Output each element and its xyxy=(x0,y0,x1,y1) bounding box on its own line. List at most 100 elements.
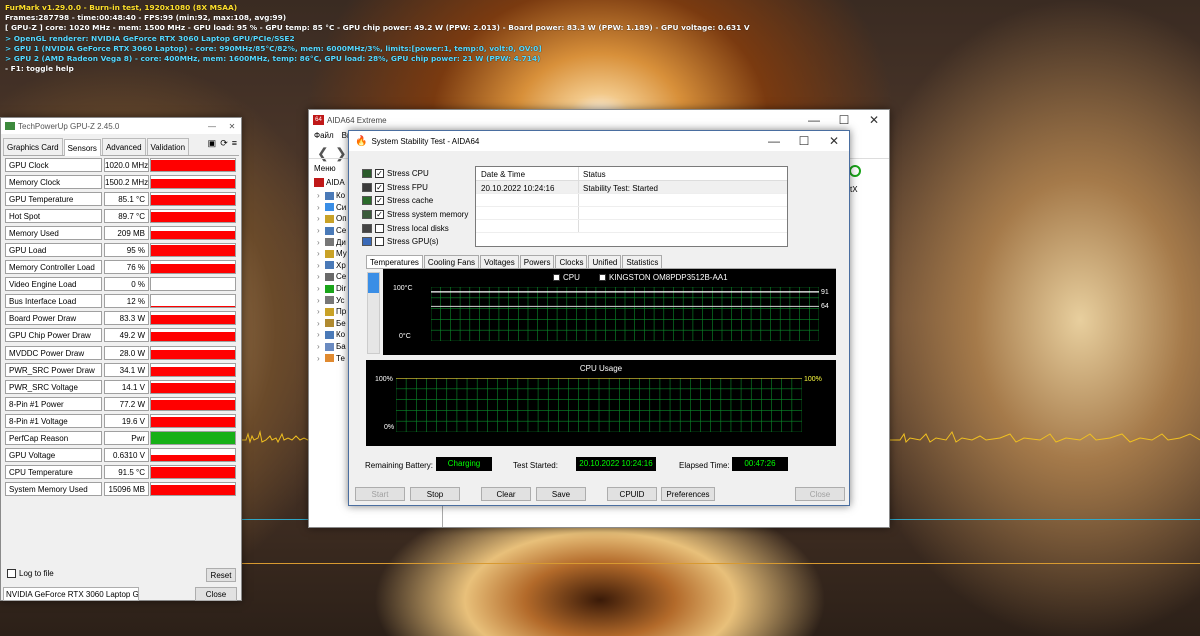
graph-tab[interactable]: Powers xyxy=(519,255,555,268)
reset-button[interactable]: Reset xyxy=(206,568,236,582)
sensor-value[interactable]: 1500.2 MHz xyxy=(104,174,149,189)
expand-icon[interactable]: › xyxy=(317,307,325,316)
expand-icon[interactable]: › xyxy=(317,191,325,200)
legend-cpu-check[interactable]: ✓ xyxy=(553,274,560,281)
sensor-label[interactable]: PWR_SRC Voltage xyxy=(5,379,102,394)
aida64-titlebar[interactable]: 64 AIDA64 Extreme — ☐ ✕ xyxy=(309,110,889,130)
tree-item[interactable]: › Пр xyxy=(317,306,347,318)
expand-icon[interactable]: › xyxy=(317,330,325,339)
sensor-value[interactable]: 15096 MB xyxy=(104,482,149,497)
sensor-label[interactable]: Hot Spot xyxy=(5,208,102,223)
start-button[interactable]: Start xyxy=(355,487,405,501)
stress-option[interactable]: ✓ Stress system memory xyxy=(362,208,468,222)
stress-checkbox[interactable]: ✓ xyxy=(375,169,384,179)
close-icon[interactable]: ✕ xyxy=(819,134,849,148)
sensor-label[interactable]: Memory Controller Load xyxy=(5,260,102,275)
tree-item[interactable]: › Ба xyxy=(317,341,347,353)
sensor-label[interactable]: Bus Interface Load xyxy=(5,294,102,309)
tab-validation[interactable]: Validation xyxy=(146,138,190,155)
log-row[interactable]: 20.10.2022 10:24:16 Stability Test: Star… xyxy=(476,181,787,194)
nav-forward-icon[interactable]: ❯ xyxy=(335,145,347,162)
refresh-icon[interactable]: ⟳ xyxy=(220,138,228,155)
close-icon[interactable]: ✕ xyxy=(223,122,241,131)
expand-icon[interactable]: › xyxy=(317,214,325,223)
expand-icon[interactable]: › xyxy=(317,354,325,363)
stress-option[interactable]: ✓ Stress CPU xyxy=(362,167,468,181)
stress-checkbox[interactable]: ✓ xyxy=(375,182,384,192)
expand-icon[interactable]: › xyxy=(317,261,325,270)
sensor-label[interactable]: 8-Pin #1 Voltage xyxy=(5,413,102,428)
sensor-label[interactable]: Board Power Draw xyxy=(5,311,102,326)
stress-checkbox[interactable] xyxy=(375,237,384,247)
legend-cpu[interactable]: ✓ CPU xyxy=(553,273,580,282)
graph-tab[interactable]: Temperatures xyxy=(366,255,423,268)
stop-button[interactable]: Stop xyxy=(410,487,460,501)
sensor-value[interactable]: 95 % xyxy=(104,243,149,258)
sensor-value[interactable]: 76 % xyxy=(104,260,149,275)
tree-item[interactable]: › Се xyxy=(317,225,347,237)
tab-sensors[interactable]: Sensors xyxy=(63,139,101,156)
expand-icon[interactable]: › xyxy=(317,319,325,328)
sensor-label[interactable]: GPU Chip Power Draw xyxy=(5,328,102,343)
tree-item[interactable]: › Му xyxy=(317,248,347,260)
sensor-value[interactable]: Pwr xyxy=(104,431,149,446)
expand-icon[interactable]: › xyxy=(317,203,325,212)
sensor-value[interactable]: 19.6 V xyxy=(104,413,149,428)
tree-item[interactable]: › Ко xyxy=(317,329,347,341)
sensor-value[interactable]: 1020.0 MHz xyxy=(104,157,149,172)
tree-item[interactable]: › Си xyxy=(317,202,347,214)
log-header-status[interactable]: Status xyxy=(579,167,606,180)
close-button[interactable]: Close xyxy=(795,487,845,501)
nav-back-icon[interactable]: ❮ xyxy=(317,145,329,162)
cpuid-button[interactable]: CPUID xyxy=(607,487,657,501)
tree-item[interactable]: › Ди xyxy=(317,236,347,248)
camera-icon[interactable]: ▣ xyxy=(208,138,217,155)
log-header-date[interactable]: Date & Time xyxy=(476,167,579,180)
minimize-icon[interactable]: — xyxy=(759,134,789,148)
graph-scroll-thumb[interactable] xyxy=(368,273,379,293)
expand-icon[interactable]: › xyxy=(317,226,325,235)
graph-tab[interactable]: Clocks xyxy=(555,255,588,268)
tree-item[interactable]: › Dir xyxy=(317,283,347,295)
stress-checkbox[interactable]: ✓ xyxy=(375,196,384,206)
graph-scrollbar[interactable] xyxy=(367,272,380,354)
tree-item[interactable]: › Хр xyxy=(317,260,347,272)
menu-icon[interactable]: ≡ xyxy=(232,138,237,155)
save-button[interactable]: Save xyxy=(536,487,586,501)
close-icon[interactable]: ✕ xyxy=(859,113,889,127)
tab-advanced[interactable]: Advanced xyxy=(101,138,146,155)
sensor-value[interactable]: 209 MB xyxy=(104,225,149,240)
tree-root[interactable]: AIDA xyxy=(314,178,345,187)
stress-option[interactable]: ✓ Stress cache xyxy=(362,194,468,208)
graph-tab[interactable]: Voltages xyxy=(480,255,519,268)
gpuz-titlebar[interactable]: TechPowerUp GPU-Z 2.45.0 — ✕ xyxy=(1,118,241,134)
sensor-value[interactable]: 83.3 W xyxy=(104,311,149,326)
log-to-file-checkbox[interactable]: Log to file xyxy=(7,569,54,578)
expand-icon[interactable]: › xyxy=(317,296,325,305)
log-checkbox-box[interactable] xyxy=(7,569,16,578)
sst-titlebar[interactable]: 🔥 System Stability Test - AIDA64 — ☐ ✕ xyxy=(349,131,849,151)
gpuz-close-button[interactable]: Close xyxy=(195,587,237,601)
stress-checkbox[interactable]: ✓ xyxy=(375,210,384,220)
stress-option[interactable]: ✓ Stress FPU xyxy=(362,181,468,195)
sensor-label[interactable]: CPU Temperature xyxy=(5,465,102,480)
graph-tab[interactable]: Cooling Fans xyxy=(423,255,480,268)
legend-disk-check[interactable]: ✓ xyxy=(599,274,606,281)
graph-tab[interactable]: Unified xyxy=(588,255,622,268)
sensor-label[interactable]: GPU Load xyxy=(5,243,102,258)
stress-option[interactable]: Stress local disks xyxy=(362,221,468,235)
preferences-button[interactable]: Preferences xyxy=(661,487,715,501)
tree-item[interactable]: › Те xyxy=(317,352,347,364)
sensor-label[interactable]: PerfCap Reason xyxy=(5,431,102,446)
sensor-value[interactable]: 91.5 °C xyxy=(104,465,149,480)
clear-button[interactable]: Clear xyxy=(481,487,531,501)
tab-graphics-card[interactable]: Graphics Card xyxy=(3,138,63,155)
expand-icon[interactable]: › xyxy=(317,284,325,293)
expand-icon[interactable]: › xyxy=(317,272,325,281)
sensor-value[interactable]: 85.1 °C xyxy=(104,191,149,206)
tree-item[interactable]: › Оп xyxy=(317,213,347,225)
tree-item[interactable]: › Ко xyxy=(317,190,347,202)
expand-icon[interactable]: › xyxy=(317,249,325,258)
tree-item[interactable]: › Се xyxy=(317,271,347,283)
stress-option[interactable]: Stress GPU(s) xyxy=(362,235,468,249)
